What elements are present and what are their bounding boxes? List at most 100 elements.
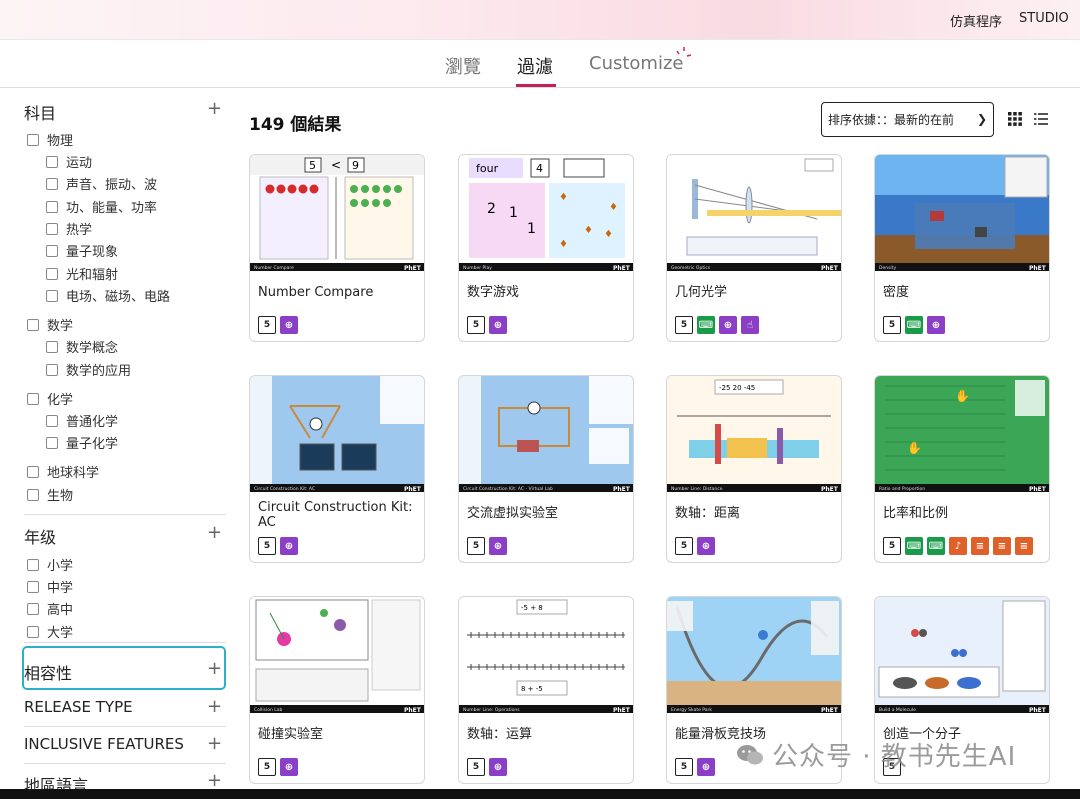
checkbox[interactable] <box>46 414 58 427</box>
checkbox[interactable] <box>46 177 58 190</box>
subject-filter-item[interactable]: 地球科学 <box>27 462 99 481</box>
list-view-icon[interactable] <box>1034 112 1048 126</box>
zoom-icon: ⊕ <box>489 537 507 555</box>
svg-text:♦: ♦ <box>559 192 568 203</box>
sim-thumbnail[interactable]: Collision Lab PhET <box>250 597 424 713</box>
divider <box>24 514 226 515</box>
studio-link[interactable]: STUDIO <box>1019 11 1069 26</box>
sonification-icon: ≡ <box>993 537 1011 555</box>
tab-browse[interactable]: 瀏覽 <box>445 53 481 79</box>
sim-title[interactable]: 碰撞实验室 <box>258 727 418 742</box>
checkbox[interactable] <box>27 318 39 331</box>
sim-thumbnail[interactable]: Density PhET <box>875 155 1049 271</box>
sort-select[interactable]: 排序依據：：最新的在前 ❯ <box>821 102 994 137</box>
locale-expand-icon[interactable]: + <box>207 772 222 790</box>
sim-title[interactable]: Circuit Construction Kit: AC <box>258 500 418 530</box>
subject-expand-icon[interactable]: + <box>207 100 222 118</box>
sim-card[interactable]: ✋ ✋ Ratio and Proportion PhET 比率和比例 5 ⌨ ⌨ ♪ ≡ ≡… <box>874 375 1050 563</box>
svg-text:four: four <box>476 162 499 175</box>
sim-card[interactable]: Density PhET 密度 5 ⌨ ⊕ <box>874 154 1050 342</box>
sim-title[interactable]: 几何光学 <box>675 285 835 300</box>
sim-thumbnail[interactable]: Circuit Construction Kit: AC - Virtual L… <box>459 376 633 492</box>
compatibility-expand-icon[interactable]: + <box>207 660 222 678</box>
checkbox[interactable] <box>27 133 39 146</box>
sim-title[interactable]: 密度 <box>883 285 1043 300</box>
divider <box>24 763 226 764</box>
sim-card[interactable]: Circuit Construction Kit: AC - Virtual L… <box>458 375 634 563</box>
sim-thumbnail[interactable]: Build a Molecule PhET <box>875 597 1049 713</box>
release-type-title[interactable]: RELEASE TYPE <box>24 698 133 716</box>
subject-filter-item[interactable]: 普通化学 <box>46 411 118 430</box>
grid-view-icon[interactable] <box>1008 112 1022 126</box>
subject-filter-item[interactable]: 光和辐射 <box>46 264 118 283</box>
inclusive-features-expand-icon[interactable]: + <box>207 735 222 753</box>
sim-card[interactable]: Circuit Construction Kit: AC PhET Circuit… <box>249 375 425 563</box>
subject-filter-item[interactable]: 运动 <box>46 152 92 171</box>
html5-icon: 5 <box>883 316 901 334</box>
svg-text:♦: ♦ <box>559 239 568 250</box>
subject-filter-item[interactable]: 量子现象 <box>46 241 118 260</box>
subject-filter-item[interactable]: 声音、振动、波 <box>46 174 157 193</box>
grade-expand-icon[interactable]: + <box>207 524 222 542</box>
checkbox[interactable] <box>27 580 39 593</box>
sim-card[interactable]: Collision Lab PhET 碰撞实验室 5 ⊕ <box>249 596 425 784</box>
sim-thumbnail[interactable]: ✋ ✋ Ratio and Proportion PhET <box>875 376 1049 492</box>
svg-text:PhET: PhET <box>1029 486 1047 492</box>
sim-title[interactable]: 比率和比例 <box>883 506 1043 521</box>
grade-filter-item[interactable]: 大学 <box>27 622 73 641</box>
svg-text:Number Compare: Number Compare <box>254 265 294 271</box>
subject-filter-item[interactable]: 热学 <box>46 219 92 238</box>
sim-title[interactable]: 数轴：距离 <box>675 506 835 521</box>
subject-filter-item[interactable]: 数学概念 <box>46 337 118 356</box>
checkbox[interactable] <box>27 488 39 501</box>
sim-card[interactable]: Geometric Optics PhET 几何光学 5 ⌨ ⊕ ☝ <box>666 154 842 342</box>
subject-filter-item[interactable]: 化学 <box>27 389 73 408</box>
checkbox[interactable] <box>46 289 58 302</box>
checkbox[interactable] <box>27 465 39 478</box>
subject-filter-item[interactable]: 物理 <box>27 130 73 149</box>
subject-filter-item[interactable]: 电场、磁场、电路 <box>46 286 170 305</box>
release-type-expand-icon[interactable]: + <box>207 698 222 716</box>
compatibility-title[interactable]: 相容性 <box>24 660 72 684</box>
tab-customize[interactable]: Customize <box>589 53 683 74</box>
subject-filter-item[interactable]: 数学 <box>27 315 73 334</box>
checkbox[interactable] <box>46 222 58 235</box>
checkbox[interactable] <box>27 558 39 571</box>
checkbox[interactable] <box>46 200 58 213</box>
subject-filter-item[interactable]: 数学的应用 <box>46 360 131 379</box>
sim-card[interactable]: four 4 2 1 1 ♦ ♦ ♦ ♦ ♦ Number Play PhET 数字游戏 5… <box>458 154 634 342</box>
checkbox[interactable] <box>46 436 58 449</box>
checkbox[interactable] <box>27 625 39 638</box>
grade-filter-item[interactable]: 小学 <box>27 555 73 574</box>
checkbox[interactable] <box>27 602 39 615</box>
sim-thumbnail[interactable]: Geometric Optics PhET <box>667 155 841 271</box>
subject-filter-item[interactable]: 量子化学 <box>46 433 118 452</box>
simulations-link[interactable]: 仿真程序 <box>950 11 1002 30</box>
svg-text:PhET: PhET <box>821 486 839 492</box>
sim-title[interactable]: Number Compare <box>258 285 418 300</box>
grade-filter-item[interactable]: 高中 <box>27 599 73 618</box>
sim-card[interactable]: 5 < 9 Number Compare PhET Number Compare 5… <box>249 154 425 342</box>
checkbox[interactable] <box>46 155 58 168</box>
sim-thumbnail[interactable]: four 4 2 1 1 ♦ ♦ ♦ ♦ ♦ Number Play PhET <box>459 155 633 271</box>
grade-filter-item[interactable]: 中学 <box>27 577 73 596</box>
checkbox[interactable] <box>46 340 58 353</box>
subject-filter-item[interactable]: 功、能量、功率 <box>46 197 157 216</box>
subject-filter-item[interactable]: 生物 <box>27 485 73 504</box>
tab-filter[interactable]: 過濾 <box>517 53 553 79</box>
checkbox[interactable] <box>46 267 58 280</box>
sim-card[interactable]: -25 20 -45 Number Line: Distance PhET 数轴：… <box>666 375 842 563</box>
sim-card[interactable]: -5 + 8 8 + -5 Number Line: Operations Ph… <box>458 596 634 784</box>
sim-thumbnail[interactable]: -25 20 -45 Number Line: Distance PhET <box>667 376 841 492</box>
sim-thumbnail[interactable]: Energy Skate Park PhET <box>667 597 841 713</box>
checkbox[interactable] <box>46 244 58 257</box>
sim-thumbnail[interactable]: 5 < 9 Number Compare PhET <box>250 155 424 271</box>
sim-title[interactable]: 数轴：运算 <box>467 727 627 742</box>
sim-thumbnail[interactable]: Circuit Construction Kit: AC PhET <box>250 376 424 492</box>
checkbox[interactable] <box>27 392 39 405</box>
sim-title[interactable]: 数字游戏 <box>467 285 627 300</box>
sim-thumbnail[interactable]: -5 + 8 8 + -5 Number Line: Operations Ph… <box>459 597 633 713</box>
checkbox[interactable] <box>46 363 58 376</box>
sim-title[interactable]: 交流虚拟实验室 <box>467 506 627 521</box>
inclusive-features-title[interactable]: INCLUSIVE FEATURES <box>24 735 184 753</box>
